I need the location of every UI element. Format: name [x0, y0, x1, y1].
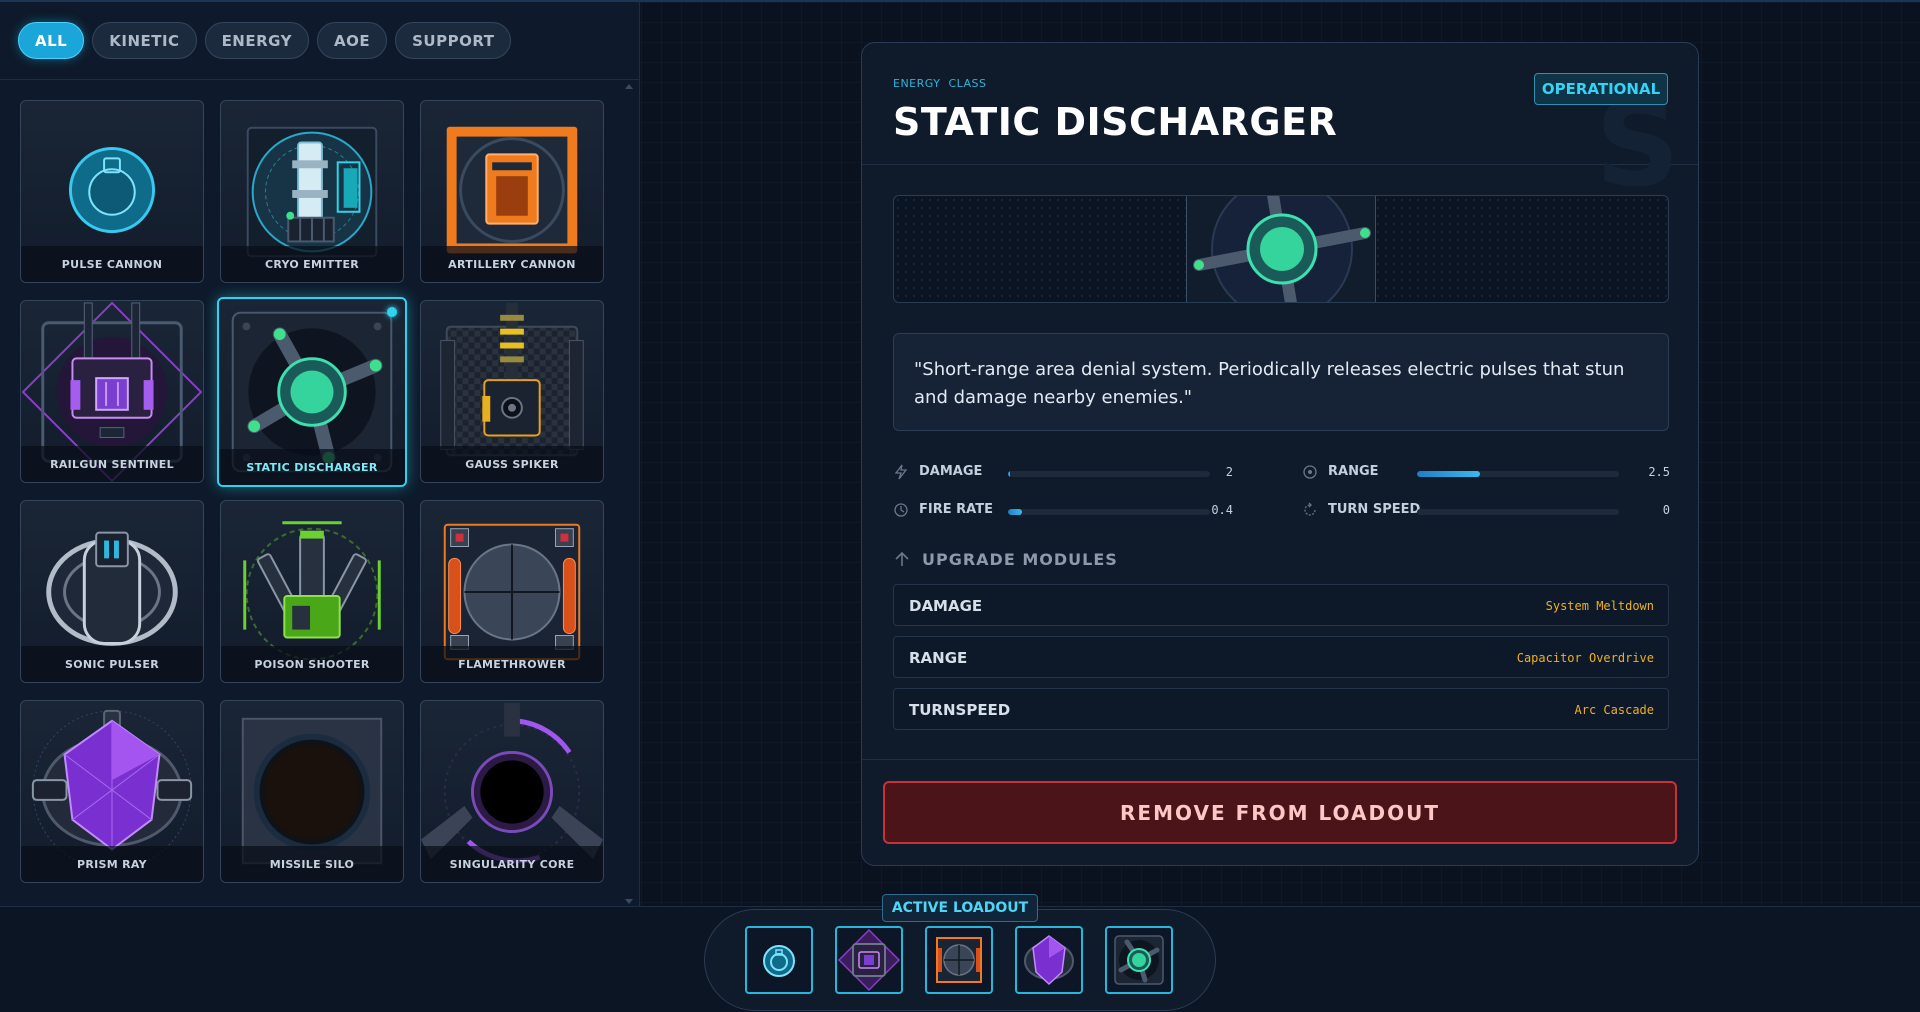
flamethrower-icon [936, 937, 982, 983]
scroll-down-icon[interactable] [625, 899, 633, 904]
upgrade-name: TURNSPEED [909, 701, 1011, 719]
rotate-icon [1304, 502, 1316, 516]
stat-bar [1417, 471, 1619, 477]
stat-bar [1008, 509, 1210, 515]
loadout-slot-pulse-cannon[interactable] [745, 926, 813, 994]
stat-label: FIRE RATE [919, 502, 993, 517]
weapon-card-label: ARTILLERY CANNON [421, 246, 603, 282]
upgrade-value: Arc Cascade [1574, 703, 1654, 717]
weapon-card-label: SINGULARITY CORE [421, 846, 603, 882]
remove-from-loadout-button[interactable]: REMOVE FROM LOADOUT [883, 781, 1677, 844]
upgrade-row-range[interactable]: RANGE Capacitor Overdrive [893, 636, 1669, 678]
stat-bar-fill [1008, 471, 1011, 477]
filter-bar: ALL KINETIC ENERGY AOE SUPPORT [0, 2, 640, 80]
stat-value: 0 [1662, 503, 1670, 517]
weapon-card-static-discharger[interactable]: STATIC DISCHARGER [217, 297, 407, 487]
lightning-icon [894, 464, 908, 480]
upgrade-value: Capacitor Overdrive [1516, 651, 1654, 665]
stat-value: 2.5 [1648, 465, 1670, 479]
weapon-card-label: STATIC DISCHARGER [219, 449, 405, 485]
stat-fire-rate: FIRE RATE 0.4 [893, 499, 1233, 521]
upgrade-row-turnspeed[interactable]: TURNSPEED Arc Cascade [893, 688, 1669, 730]
weapon-card-missile-silo[interactable]: MISSILE SILO [220, 700, 404, 883]
status-badge: OPERATIONAL [1534, 73, 1668, 105]
weapon-detail-panel: S ENERGY CLASS STATIC DISCHARGER OPERATI… [861, 42, 1699, 866]
stat-range: RANGE 2.5 [1302, 461, 1670, 483]
stat-bar-fill [1417, 471, 1480, 477]
clock-icon [894, 503, 908, 517]
weapon-card-sonic-pulser[interactable]: SONIC PULSER [20, 500, 204, 683]
weapon-card-artillery-cannon[interactable]: ARTILLERY CANNON [420, 100, 604, 283]
weapon-card-label: GAUSS SPIKER [421, 446, 603, 482]
weapon-card-cryo-emitter[interactable]: CRYO EMITTER [220, 100, 404, 283]
stat-label: RANGE [1328, 464, 1379, 479]
loadout-slot-static-discharger[interactable] [1105, 926, 1173, 994]
target-icon [1303, 465, 1317, 479]
upgrade-value: System Meltdown [1545, 599, 1654, 613]
stat-bar [1008, 471, 1210, 477]
loadout-slot-railgun-sentinel[interactable] [835, 926, 903, 994]
stat-value: 2 [1225, 465, 1233, 479]
detail-header: S ENERGY CLASS STATIC DISCHARGER OPERATI… [862, 43, 1698, 203]
weapon-description: "Short-range area denial system. Periodi… [893, 333, 1669, 431]
upgrade-name: RANGE [909, 649, 968, 667]
weapon-class-tag: ENERGY CLASS [893, 77, 987, 90]
upgrade-arrow-icon [895, 551, 909, 566]
weapon-card-label: CRYO EMITTER [221, 246, 403, 282]
weapon-card-railgun-sentinel[interactable]: RAILGUN SENTINEL [20, 300, 204, 483]
static-discharger-preview-icon [1193, 196, 1371, 302]
weapon-card-label: SONIC PULSER [21, 646, 203, 682]
weapon-card-singularity-core[interactable]: SINGULARITY CORE [420, 700, 604, 883]
weapon-card-label: MISSILE SILO [221, 846, 403, 882]
weapon-card-label: PULSE CANNON [21, 246, 203, 282]
weapon-card-flamethrower[interactable]: FLAMETHROWER [420, 500, 604, 683]
weapon-card-label: PRISM RAY [21, 846, 203, 882]
grid-scrollbar[interactable] [625, 84, 633, 904]
weapon-card-prism-ray[interactable]: PRISM RAY [20, 700, 204, 883]
selected-indicator [387, 307, 397, 317]
stat-value: 0.4 [1211, 503, 1233, 517]
footer-divider [862, 759, 1698, 760]
stat-turn-speed: TURN SPEED 0 [1302, 499, 1670, 521]
filter-energy[interactable]: ENERGY [204, 22, 310, 59]
filter-support[interactable]: SUPPORT [395, 22, 512, 59]
weapon-card-poison-shooter[interactable]: POISON SHOOTER [220, 500, 404, 683]
pulse-cannon-icon [763, 945, 795, 977]
stat-damage: DAMAGE 2 [893, 461, 1233, 483]
weapon-title: STATIC DISCHARGER [893, 100, 1338, 144]
railgun-sentinel-icon [837, 928, 901, 992]
active-loadout-label: ACTIVE LOADOUT [882, 894, 1038, 922]
weapon-grid: PULSE CANNON CRYO EMITTER ARTILLERY CANN… [20, 100, 605, 890]
stat-bar [1417, 509, 1619, 515]
filter-all[interactable]: ALL [18, 22, 85, 59]
filter-kinetic[interactable]: KINETIC [92, 22, 197, 59]
weapon-card-gauss-spiker[interactable]: GAUSS SPIKER [420, 300, 604, 483]
weapon-card-label: FLAMETHROWER [421, 646, 603, 682]
stat-label: DAMAGE [919, 464, 983, 479]
weapon-card-label: RAILGUN SENTINEL [21, 446, 203, 482]
prism-ray-icon [1024, 935, 1074, 986]
weapon-card-label: POISON SHOOTER [221, 646, 403, 682]
scroll-up-icon[interactable] [625, 84, 633, 89]
upgrade-modules-title: UPGRADE MODULES [922, 550, 1118, 569]
app: ALL KINETIC ENERGY AOE SUPPORT PULSE CAN… [0, 0, 1920, 1012]
static-discharger-icon [1114, 935, 1164, 985]
stat-bar-fill [1008, 509, 1023, 515]
upgrade-row-damage[interactable]: DAMAGE System Meltdown [893, 584, 1669, 626]
upgrade-name: DAMAGE [909, 597, 983, 615]
preview-frame [1186, 196, 1376, 302]
weapon-card-pulse-cannon[interactable]: PULSE CANNON [20, 100, 204, 283]
stat-label: TURN SPEED [1328, 502, 1421, 517]
filter-aoe[interactable]: AOE [317, 22, 388, 59]
loadout-slot-flamethrower[interactable] [925, 926, 993, 994]
loadout-slot-prism-ray[interactable] [1015, 926, 1083, 994]
weapon-preview [893, 195, 1669, 303]
